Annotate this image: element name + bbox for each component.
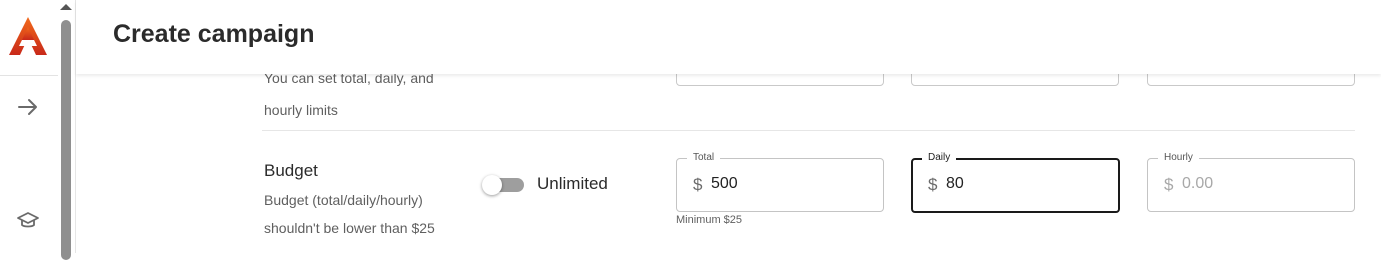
hourly-budget-input[interactable]	[1182, 175, 1332, 193]
section-divider	[262, 130, 1355, 131]
autonomous-logo-icon[interactable]	[8, 16, 48, 56]
page-header: Create campaign	[76, 0, 1381, 74]
scrollbar-thumb[interactable]	[61, 20, 71, 260]
total-budget-input[interactable]	[711, 175, 861, 193]
daily-budget-field[interactable]: Daily $	[911, 152, 1120, 213]
scroll-up-icon[interactable]	[60, 4, 72, 10]
minimum-hint: Minimum $25	[676, 214, 743, 226]
currency-symbol: $	[928, 175, 938, 194]
total-budget-field[interactable]: Total $	[676, 152, 884, 212]
graduation-cap-icon[interactable]	[16, 208, 40, 232]
page-title: Create campaign	[113, 20, 315, 48]
left-nav	[0, 0, 58, 253]
unlimited-toggle[interactable]	[482, 174, 524, 196]
daily-label: Daily	[922, 152, 957, 164]
toggle-knob	[482, 175, 502, 195]
arrow-right-icon[interactable]	[16, 95, 40, 119]
hourly-budget-field[interactable]: Hourly $	[1147, 152, 1355, 212]
daily-budget-input[interactable]	[946, 175, 1096, 193]
currency-symbol: $	[1164, 175, 1174, 194]
unlimited-label: Unlimited	[537, 174, 608, 193]
budget-help-text: Budget (total/daily/hourly) shouldn't be…	[264, 192, 435, 236]
nav-divider	[0, 75, 58, 76]
budget-title: Budget	[264, 161, 318, 180]
currency-symbol: $	[693, 175, 703, 194]
total-label: Total	[687, 152, 721, 164]
hourly-label: Hourly	[1158, 152, 1199, 164]
